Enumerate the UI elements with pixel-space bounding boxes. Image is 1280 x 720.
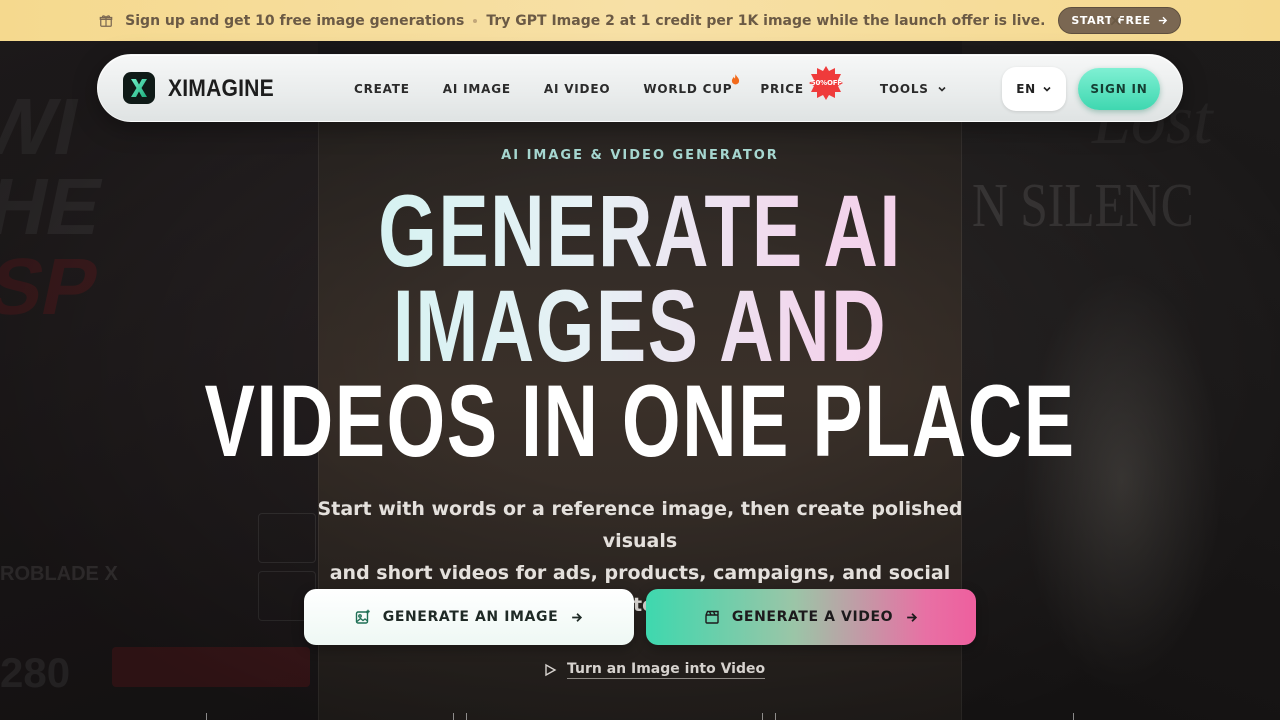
logo-icon[interactable] [123,72,155,104]
nav-item-create[interactable]: CREATE [354,82,410,96]
generate-image-label: GENERATE AN IMAGE [382,609,559,625]
x-logo-icon [131,79,147,97]
generate-video-label: GENERATE A VIDEO [731,609,894,625]
language-selector[interactable]: EN [1002,67,1066,111]
nav-item-tools[interactable]: TOOLS [880,82,947,96]
chevron-down-icon [1043,86,1051,92]
play-icon [545,663,557,677]
nav-label: AI VIDEO [543,82,611,96]
discount-badge: 50%OFF [808,65,844,101]
nav-label: TOOLS [879,82,929,96]
nav-item-ai-video[interactable]: AI VIDEO [544,82,610,96]
image-sparkle-icon [355,609,370,624]
hero-eyebrow: AI IMAGE & VIDEO GENERATOR [501,148,779,163]
arrow-right-icon [572,612,583,622]
nav-label: WORLD CUP [643,82,733,96]
navbar: XIMAGINE CREATE AI IMAGE AI VIDEO WORLD … [97,54,1183,122]
discount-badge-label: 50%OFF [810,79,842,87]
image-to-video-label: Turn an Image into Video [567,661,766,679]
nav-item-world-cup[interactable]: WORLD CUP [643,74,740,96]
fire-icon [732,74,740,85]
arrow-right-icon [907,612,918,622]
generate-image-button[interactable]: GENERATE AN IMAGE [304,589,634,645]
arrow-right-icon [1158,16,1167,25]
announcement-text-2: Try GPT Image 2 at 1 credit per 1K image… [486,12,1046,29]
nav-label: PRICE [760,82,804,96]
announcement-bar: Sign up and get 10 free image generation… [0,0,1280,41]
headline-line-3: VIDEOS IN ONE PLACE [204,364,1076,478]
headline-line-1: GENERATE AI [166,180,1113,282]
separator-dot [473,18,478,23]
nav-label: CREATE [354,82,410,96]
chevron-down-icon [938,86,946,92]
subtitle-line-1: Start with words or a reference image, t… [317,498,963,552]
language-label: EN [1016,82,1036,96]
hero-headline: GENERATE AI IMAGES AND VIDEOS IN ONE PLA… [0,180,1280,478]
gift-icon [99,14,113,27]
nav-item-ai-image[interactable]: AI IMAGE [443,82,511,96]
nav-label: AI IMAGE [442,82,511,96]
sign-in-button[interactable]: SIGN IN [1078,68,1160,110]
announcement-text-1: Sign up and get 10 free image generation… [125,12,465,29]
nav-menu: CREATE AI IMAGE AI VIDEO WORLD CUP PRICE… [354,55,947,123]
headline-line-2: IMAGES AND [166,275,1113,377]
nav-item-price[interactable]: PRICE 50%OFF [760,66,844,100]
close-icon[interactable] [1107,12,1124,29]
brand-name[interactable]: XIMAGINE [168,75,274,103]
clapperboard-icon [705,610,719,624]
image-to-video-link[interactable]: Turn an Image into Video [543,659,766,681]
bottom-ticks [0,713,1280,720]
generate-video-button[interactable]: GENERATE A VIDEO [646,589,976,645]
sign-in-label: SIGN IN [1090,82,1148,96]
